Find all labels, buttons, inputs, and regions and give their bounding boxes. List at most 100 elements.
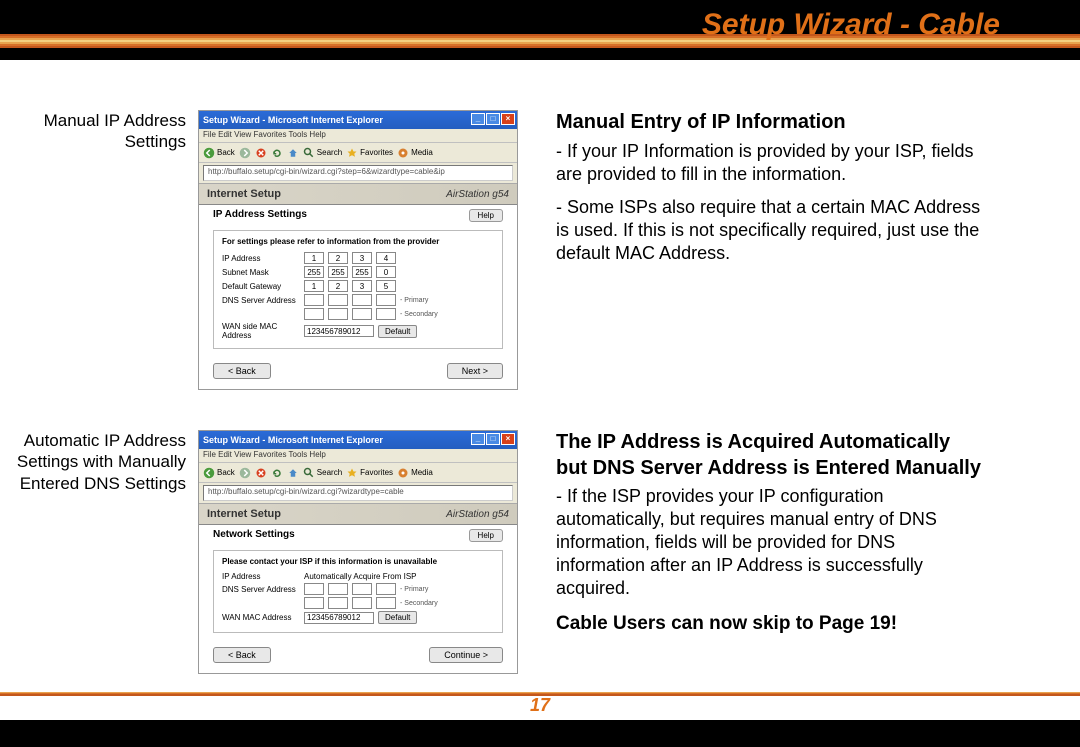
gw-octet-2[interactable]	[352, 280, 372, 292]
dns-secondary-tag: - Secondary	[400, 311, 438, 318]
search-button[interactable]: Search	[303, 467, 342, 479]
next-nav-button-2[interactable]: Continue >	[429, 647, 503, 663]
favorites-button[interactable]: Favorites	[346, 467, 393, 479]
back-nav-button[interactable]: < Back	[213, 363, 271, 379]
dns1-2[interactable]	[352, 294, 372, 306]
label-mac: WAN side MAC Address	[222, 322, 300, 340]
heading-manual-entry: Manual Entry of IP Information	[556, 110, 986, 136]
form-note: For settings please refer to information…	[222, 237, 494, 246]
label-dns: DNS Server Address	[222, 296, 300, 305]
mask-octet-1[interactable]	[328, 266, 348, 278]
band-internet-setup: Internet Setup AirStation g54	[199, 183, 517, 205]
ie-menu[interactable]: File Edit View Favorites Tools Help	[199, 129, 517, 143]
ie-titlebar-text-2: Setup Wizard - Microsoft Internet Explor…	[203, 435, 383, 445]
dns2-2[interactable]	[352, 308, 372, 320]
ip-octet-1[interactable]	[328, 252, 348, 264]
gw-octet-1[interactable]	[328, 280, 348, 292]
band-title-2: Internet Setup	[207, 508, 281, 520]
dns2-1b[interactable]	[328, 597, 348, 609]
band-title: Internet Setup	[207, 188, 281, 200]
back-button[interactable]: Back	[203, 467, 235, 479]
dns2-0[interactable]	[304, 308, 324, 320]
mask-octet-0[interactable]	[304, 266, 324, 278]
stop-icon[interactable]	[255, 147, 267, 159]
dns1-1[interactable]	[328, 294, 348, 306]
refresh-icon[interactable]	[271, 147, 283, 159]
caption-auto-ip: Automatic IP Address Settings with Manua…	[0, 430, 192, 494]
dns2-1[interactable]	[328, 308, 348, 320]
screenshot-manual-ip: Setup Wizard - Microsoft Internet Explor…	[198, 110, 518, 390]
para-mac-address: - Some ISPs also require that a certain …	[556, 196, 986, 265]
dns2-3[interactable]	[376, 308, 396, 320]
skip-note: Cable Users can now skip to Page 19!	[556, 612, 986, 636]
maximize-icon[interactable]: □	[486, 433, 500, 445]
window-controls-2: _ □ ×	[471, 433, 515, 445]
media-button[interactable]: Media	[397, 467, 433, 479]
close-icon[interactable]: ×	[501, 113, 515, 125]
dns1-2b[interactable]	[352, 583, 372, 595]
mac-input[interactable]	[304, 325, 374, 337]
ip-octet-2[interactable]	[352, 252, 372, 264]
heading-auto-dns: The IP Address is Acquired Automatically…	[556, 430, 986, 481]
gw-octet-0[interactable]	[304, 280, 324, 292]
close-icon[interactable]: ×	[501, 433, 515, 445]
band-brand-2: AirStation g54	[446, 509, 509, 520]
default-button-2[interactable]: Default	[378, 611, 417, 624]
favorites-button[interactable]: Favorites	[346, 147, 393, 159]
default-button[interactable]: Default	[378, 325, 417, 338]
dns2-2b[interactable]	[352, 597, 372, 609]
band-internet-setup-2: Internet Setup AirStation g54	[199, 503, 517, 525]
label-ip-2: IP Address	[222, 572, 300, 581]
ie-toolbar-2: Back Search Favorites Media	[199, 463, 517, 483]
ie-toolbar: Back Search Favorites Media	[199, 143, 517, 163]
dns1-3[interactable]	[376, 294, 396, 306]
help-button[interactable]: Help	[469, 209, 503, 222]
next-nav-button[interactable]: Next >	[447, 363, 503, 379]
text-auto-ip: The IP Address is Acquired Automatically…	[556, 430, 986, 647]
home-icon[interactable]	[287, 147, 299, 159]
home-icon[interactable]	[287, 467, 299, 479]
back-nav-button-2[interactable]: < Back	[213, 647, 271, 663]
label-mac-2: WAN MAC Address	[222, 613, 300, 622]
para-auto-dns: - If the ISP provides your IP configurat…	[556, 485, 986, 600]
form-area: For settings please refer to information…	[213, 230, 503, 349]
form-area-2: Please contact your ISP if this informat…	[213, 550, 503, 633]
address-bar[interactable]: http://buffalo.setup/cgi-bin/wizard.cgi?…	[203, 165, 513, 181]
ie-titlebar-text: Setup Wizard - Microsoft Internet Explor…	[203, 115, 383, 125]
label-dns-2: DNS Server Address	[222, 585, 300, 594]
search-button[interactable]: Search	[303, 147, 342, 159]
mask-octet-2[interactable]	[352, 266, 372, 278]
label-ip: IP Address	[222, 254, 300, 263]
ip-octet-0[interactable]	[304, 252, 324, 264]
dns1-0b[interactable]	[304, 583, 324, 595]
media-button[interactable]: Media	[397, 147, 433, 159]
form-note-2: Please contact your ISP if this informat…	[222, 557, 494, 566]
gw-octet-3[interactable]	[376, 280, 396, 292]
refresh-icon[interactable]	[271, 467, 283, 479]
section-manual-ip: Manual IP Address Settings Setup Wizard …	[0, 110, 1080, 390]
stop-icon[interactable]	[255, 467, 267, 479]
ie-menu-2[interactable]: File Edit View Favorites Tools Help	[199, 449, 517, 463]
dns1-0[interactable]	[304, 294, 324, 306]
maximize-icon[interactable]: □	[486, 113, 500, 125]
subhead: IP Address Settings	[213, 209, 307, 222]
caption-manual-ip: Manual IP Address Settings	[0, 110, 192, 153]
dns1-1b[interactable]	[328, 583, 348, 595]
mac-input-2[interactable]	[304, 612, 374, 624]
back-button[interactable]: Back	[203, 147, 235, 159]
dns2-0b[interactable]	[304, 597, 324, 609]
ip-octet-3[interactable]	[376, 252, 396, 264]
fwd-button[interactable]	[239, 147, 251, 159]
para-isp-fields: - If your IP Information is provided by …	[556, 140, 986, 186]
mask-octet-3[interactable]	[376, 266, 396, 278]
help-button-2[interactable]: Help	[469, 529, 503, 542]
ie-titlebar-2: Setup Wizard - Microsoft Internet Explor…	[199, 431, 517, 449]
minimize-icon[interactable]: _	[471, 113, 485, 125]
text-manual-ip: Manual Entry of IP Information - If your…	[556, 110, 986, 275]
section-auto-ip: Automatic IP Address Settings with Manua…	[0, 430, 1080, 710]
fwd-button[interactable]	[239, 467, 251, 479]
dns2-3b[interactable]	[376, 597, 396, 609]
address-bar-2[interactable]: http://buffalo.setup/cgi-bin/wizard.cgi?…	[203, 485, 513, 501]
dns1-3b[interactable]	[376, 583, 396, 595]
minimize-icon[interactable]: _	[471, 433, 485, 445]
